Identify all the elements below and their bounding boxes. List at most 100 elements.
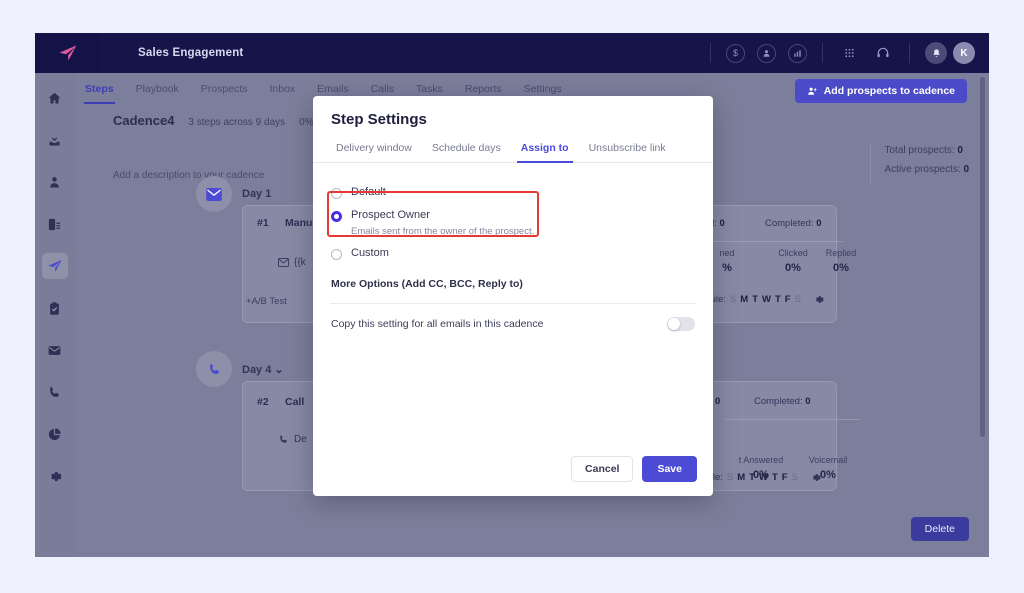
sidebar-item-emails[interactable] <box>42 337 68 363</box>
schedule-day-t2: T <box>775 294 781 305</box>
metric-label: Replied <box>818 248 864 258</box>
modal-tab-unsubscribe-link[interactable]: Unsubscribe link <box>579 142 676 162</box>
step-day-label-2[interactable]: Day 4 ⌄ <box>242 363 284 376</box>
cadence-stats: Total prospects: 0 Active prospects: 0 <box>870 145 970 183</box>
modal-tab-delivery-window[interactable]: Delivery window <box>326 142 422 162</box>
add-user-icon <box>807 86 818 97</box>
dialpad-icon[interactable] <box>839 43 859 63</box>
app-logo[interactable] <box>35 33 100 73</box>
radio-option-prospect-owner[interactable]: Prospect Owner Emails sent from the owne… <box>313 204 713 242</box>
sidebar-item-calls[interactable] <box>42 379 68 405</box>
step-scheduled-value-1: 0 <box>720 218 725 229</box>
currency-circle-icon[interactable]: $ <box>726 44 745 63</box>
metric-value: 0% <box>770 262 816 274</box>
more-options-link[interactable]: More Options (Add CC, BCC, Reply to) <box>313 265 713 290</box>
schedule-day-t1: T <box>752 294 758 305</box>
app-title: Sales Engagement <box>100 47 243 59</box>
schedule-day-s2: S <box>792 472 798 483</box>
active-prospects-value: 0 <box>963 164 969 175</box>
step-body-1: {{k <box>278 257 306 268</box>
chart-circle-icon[interactable] <box>788 44 807 63</box>
radio-option-custom[interactable]: Custom <box>313 242 713 265</box>
step-day-label-1: Day 1 <box>242 188 271 200</box>
schedule-day-f: F <box>785 294 791 305</box>
modal-tab-schedule-days[interactable]: Schedule days <box>422 142 511 162</box>
metric-label: t Answered <box>730 455 792 465</box>
person-icon <box>47 175 62 190</box>
step-completed-value-1: 0 <box>816 218 821 229</box>
chevron-down-icon: ⌄ <box>274 364 283 376</box>
copy-setting-label: Copy this setting for all emails in this… <box>331 318 543 330</box>
notifications-avatar[interactable] <box>925 42 947 64</box>
step-completed-2: Completed: 0 <box>754 396 811 407</box>
schedule-day-w: W <box>762 294 771 305</box>
radio-label-custom: Custom <box>351 247 389 259</box>
step-day-icon-1 <box>196 176 232 212</box>
active-prospects-row: Active prospects: 0 <box>885 164 970 175</box>
top-icon-cluster: $ K <box>701 42 989 64</box>
sidebar-item-settings[interactable] <box>42 463 68 489</box>
sidebar-item-reports[interactable] <box>42 421 68 447</box>
radio-prospect-owner[interactable] <box>331 211 342 222</box>
sidebar-item-inbox[interactable] <box>42 127 68 153</box>
tab-prospects[interactable]: Prospects <box>190 73 259 106</box>
tab-inbox[interactable]: Inbox <box>258 73 306 106</box>
step-metric-1-2: Replied 0% <box>818 248 864 274</box>
headset-icon[interactable] <box>873 43 893 63</box>
top-bar: Sales Engagement $ <box>35 33 989 73</box>
step-settings-modal: Step Settings Delivery window Schedule d… <box>313 96 713 496</box>
person-circle-icon[interactable] <box>757 44 776 63</box>
cadence-name: Cadence4 <box>113 113 174 128</box>
vertical-scrollbar[interactable] <box>980 77 985 437</box>
total-prospects-row: Total prospects: 0 <box>885 145 970 156</box>
radio-custom[interactable] <box>331 249 342 260</box>
sidebar-item-tasks[interactable] <box>42 295 68 321</box>
assign-to-options: Default Prospect Owner Emails sent from … <box>313 163 713 265</box>
step-body-text-2: De <box>294 434 307 445</box>
modal-title: Step Settings <box>313 96 713 128</box>
gear-icon[interactable] <box>810 472 821 483</box>
modal-tab-assign-to[interactable]: Assign to <box>511 142 579 162</box>
schedule-day-m: M <box>740 294 748 305</box>
envelope-icon <box>278 258 289 267</box>
step-scheduled-value-2: 0 <box>715 396 720 407</box>
step-index-2: #2 <box>257 396 269 408</box>
step-metric-1-0: ned % <box>707 248 747 274</box>
save-button[interactable]: Save <box>642 456 697 482</box>
clipboard-check-icon <box>47 301 62 316</box>
copy-setting-row: Copy this setting for all emails in this… <box>313 304 713 331</box>
schedule-day-t1: T <box>749 472 755 483</box>
copy-setting-toggle[interactable] <box>667 317 695 331</box>
step-completed-1: Completed: 0 <box>765 218 822 229</box>
metric-label: Voicemail <box>800 455 856 465</box>
phone-icon <box>207 362 222 377</box>
phone-icon <box>278 434 289 445</box>
gear-icon[interactable] <box>813 294 824 305</box>
delete-button[interactable]: Delete <box>911 517 969 541</box>
step-completed-label-2: Completed: <box>754 396 803 407</box>
schedule-day-s2: S <box>795 294 801 305</box>
ab-test-link-1[interactable]: +A/B Test <box>246 296 287 307</box>
tab-steps[interactable]: Steps <box>74 73 125 106</box>
schedule-day-w: W <box>759 472 768 483</box>
cadence-description[interactable]: Add a description to your cadence <box>113 170 264 181</box>
user-avatar[interactable]: K <box>953 42 975 64</box>
modal-tabs: Delivery window Schedule days Assign to … <box>313 128 713 163</box>
sidebar-item-cadences[interactable] <box>42 253 68 279</box>
sidebar-item-home[interactable] <box>42 85 68 111</box>
divider <box>725 419 860 420</box>
total-prospects-value: 0 <box>957 145 963 156</box>
radio-default[interactable] <box>331 188 342 199</box>
tab-playbook[interactable]: Playbook <box>125 73 190 106</box>
cancel-button[interactable]: Cancel <box>571 456 633 482</box>
total-prospects-label: Total prospects: <box>885 145 955 156</box>
metric-value: % <box>707 262 747 274</box>
cadence-steps-meta: 3 steps across 9 days <box>188 117 285 128</box>
metric-label: ned <box>707 248 747 258</box>
sidebar-item-contacts[interactable] <box>42 211 68 237</box>
phone-icon <box>47 385 62 400</box>
step-type-2: Call <box>285 396 304 408</box>
radio-option-default[interactable]: Default <box>313 181 713 204</box>
add-prospects-button[interactable]: Add prospects to cadence <box>795 79 967 103</box>
sidebar-item-people[interactable] <box>42 169 68 195</box>
